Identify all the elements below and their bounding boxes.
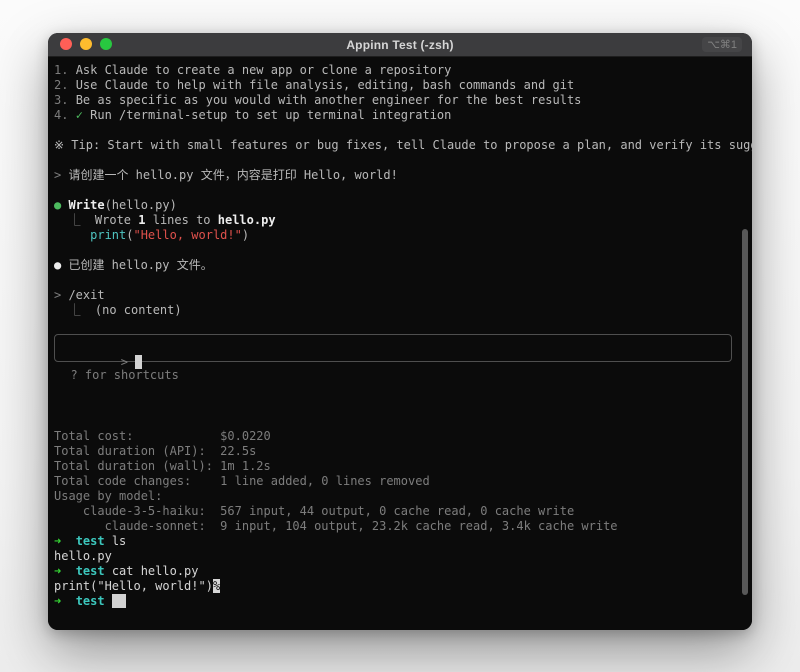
terminal-line: Usage by model: bbox=[54, 489, 738, 504]
terminal-line bbox=[54, 183, 738, 198]
terminal-line: ● Write(hello.py) bbox=[54, 198, 738, 213]
terminal-line: claude-3-5-haiku: 567 input, 44 output, … bbox=[54, 504, 738, 519]
terminal-line: 4. ✓ Run /terminal-setup to set up termi… bbox=[54, 108, 738, 123]
terminal-line: ● 已创建 hello.py 文件。 bbox=[54, 258, 738, 273]
zoom-button[interactable] bbox=[100, 38, 112, 50]
terminal-line: Total duration (API): 22.5s bbox=[54, 444, 738, 459]
titlebar[interactable]: Appinn Test (-zsh) ⌥⌘1 bbox=[48, 33, 752, 57]
minimize-button[interactable] bbox=[80, 38, 92, 50]
terminal-output-top: 1. Ask Claude to create a new app or clo… bbox=[54, 63, 738, 318]
session-stats: Total cost: $0.0220Total duration (API):… bbox=[54, 429, 738, 534]
window-title: Appinn Test (-zsh) bbox=[346, 38, 453, 52]
terminal-line: ⎿ (no content) bbox=[54, 303, 738, 318]
terminal-line: Total cost: $0.0220 bbox=[54, 429, 738, 444]
terminal-line: ➜ test cat hello.py bbox=[54, 564, 738, 579]
claude-input-box[interactable]: > bbox=[54, 334, 732, 362]
terminal-line bbox=[54, 153, 738, 168]
terminal-line: > 请创建一个 hello.py 文件，内容是打印 Hello, world! bbox=[54, 168, 738, 183]
terminal-line: 3. Be as specific as you would with anot… bbox=[54, 93, 738, 108]
terminal-line: ➜ test ls bbox=[54, 534, 738, 549]
terminal-line: > /exit bbox=[54, 288, 738, 303]
terminal-line: hello.py bbox=[54, 549, 738, 564]
shell-output: ➜ test lshello.py➜ test cat hello.pyprin… bbox=[54, 534, 738, 609]
terminal-line: claude-sonnet: 9 input, 104 output, 23.2… bbox=[54, 519, 738, 534]
close-button[interactable] bbox=[60, 38, 72, 50]
terminal-screen[interactable]: 1. Ask Claude to create a new app or clo… bbox=[48, 57, 752, 630]
terminal-line: ➜ test bbox=[54, 594, 738, 609]
terminal-line bbox=[54, 243, 738, 258]
terminal-line: print("Hello, world!")% bbox=[54, 579, 738, 594]
terminal-line: ※ Tip: Start with small features or bug … bbox=[54, 138, 738, 153]
terminal-line: 2. Use Claude to help with file analysis… bbox=[54, 78, 738, 93]
terminal-line: Total duration (wall): 1m 1.2s bbox=[54, 459, 738, 474]
scrollbar[interactable] bbox=[741, 57, 749, 630]
shortcuts-hint: ? for shortcuts bbox=[56, 368, 738, 383]
window-shortcut-badge: ⌥⌘1 bbox=[702, 37, 742, 52]
terminal-line: ⎿ Wrote 1 lines to hello.py bbox=[54, 213, 738, 228]
input-prompt: > bbox=[121, 355, 135, 369]
traffic-lights bbox=[60, 38, 112, 50]
input-cursor bbox=[135, 355, 142, 369]
terminal-line: print("Hello, world!") bbox=[54, 228, 738, 243]
scrollbar-thumb[interactable] bbox=[742, 229, 748, 595]
terminal-line: 1. Ask Claude to create a new app or clo… bbox=[54, 63, 738, 78]
terminal-line bbox=[54, 123, 738, 138]
terminal-line bbox=[54, 273, 738, 288]
terminal-window: Appinn Test (-zsh) ⌥⌘1 1. Ask Claude to … bbox=[48, 33, 752, 630]
terminal-line: Total code changes: 1 line added, 0 line… bbox=[54, 474, 738, 489]
